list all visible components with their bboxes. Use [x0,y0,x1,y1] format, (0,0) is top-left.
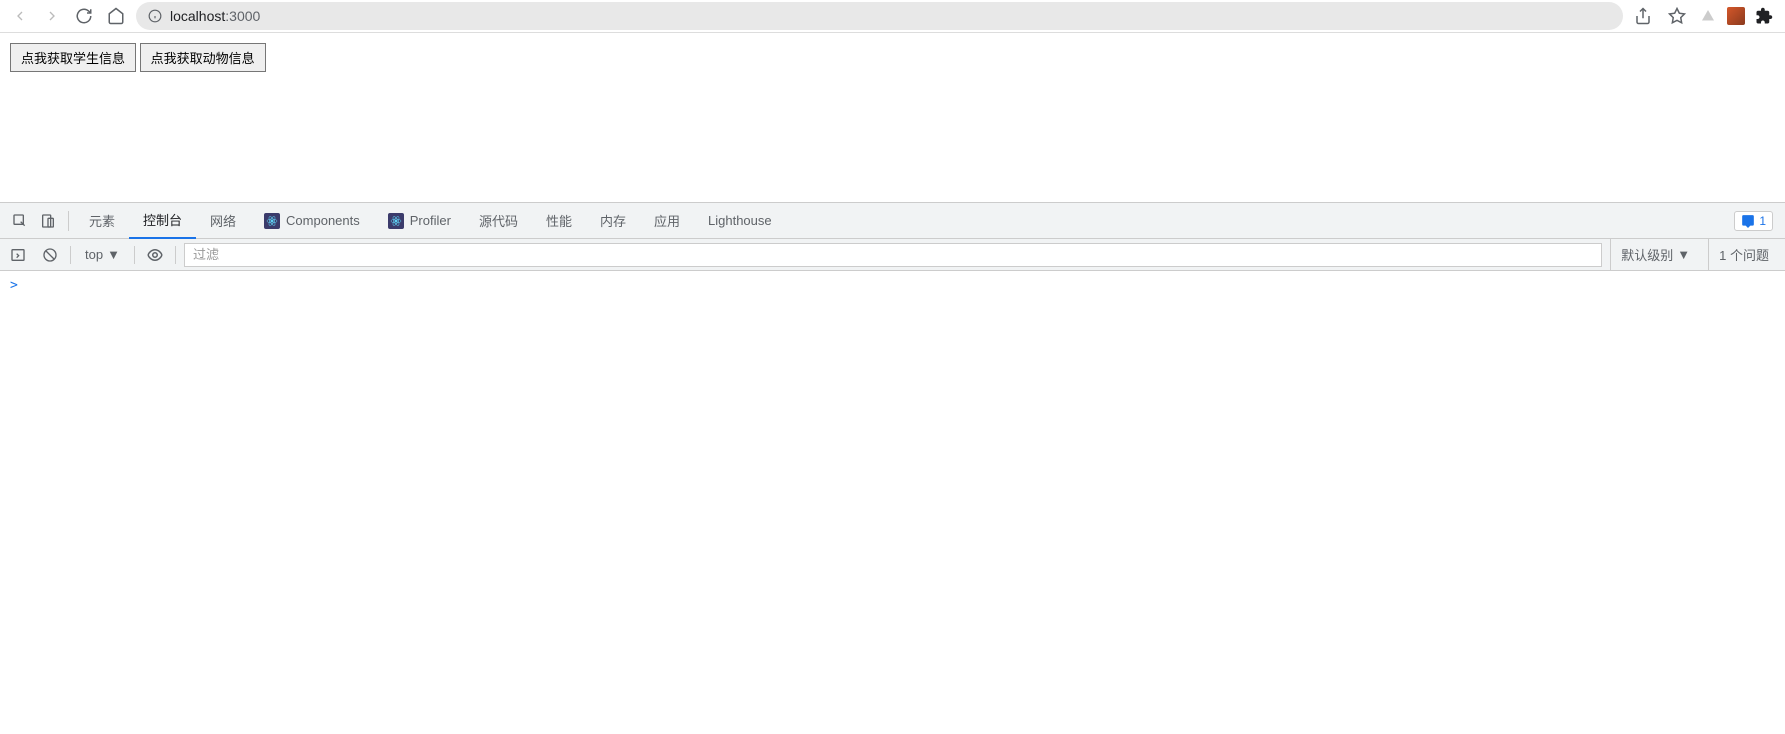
filter-input[interactable] [184,243,1602,267]
info-icon [148,9,162,23]
react-icon [264,213,280,229]
divider [70,246,71,264]
tab-sources[interactable]: 源代码 [465,203,532,239]
toolbar-right [1631,4,1777,28]
back-button[interactable] [8,4,32,28]
console-sidebar-toggle-icon[interactable] [6,243,30,267]
console-output[interactable]: > [0,271,1785,701]
tab-console[interactable]: 控制台 [129,203,196,239]
divider [134,246,135,264]
live-expression-icon[interactable] [143,243,167,267]
tab-network[interactable]: 网络 [196,203,250,239]
devtools-panel: 元素 控制台 网络 Components Profiler 源代码 性能 内存 … [0,202,1785,701]
address-bar[interactable]: localhost:3000 [136,2,1623,30]
message-icon [1741,214,1755,228]
tab-application[interactable]: 应用 [640,203,694,239]
context-selector[interactable]: top ▼ [79,247,126,262]
extension-vue-icon[interactable] [1699,7,1717,25]
tab-performance[interactable]: 性能 [532,203,586,239]
bookmark-button[interactable] [1665,4,1689,28]
tab-lighthouse[interactable]: Lighthouse [694,203,786,239]
share-button[interactable] [1631,4,1655,28]
device-toggle-icon[interactable] [34,207,62,235]
tab-profiler[interactable]: Profiler [374,203,465,239]
devtools-tabs: 元素 控制台 网络 Components Profiler 源代码 性能 内存 … [0,203,1785,239]
extensions-puzzle-icon[interactable] [1755,7,1773,25]
react-icon [388,213,404,229]
issues-count[interactable]: 1 个问题 [1708,239,1779,270]
chevron-down-icon: ▼ [107,247,120,262]
issues-badge[interactable]: 1 [1734,211,1773,231]
console-toolbar: top ▼ 默认级别 ▼ 1 个问题 [0,239,1785,271]
divider [175,246,176,264]
home-button[interactable] [104,4,128,28]
get-animals-button[interactable]: 点我获取动物信息 [140,43,266,72]
extension-colored-icon[interactable] [1727,7,1745,25]
clear-console-icon[interactable] [38,243,62,267]
url-text: localhost:3000 [170,8,260,24]
tab-memory[interactable]: 内存 [586,203,640,239]
divider [68,211,69,231]
chevron-down-icon: ▼ [1677,247,1690,262]
reload-button[interactable] [72,4,96,28]
forward-button[interactable] [40,4,64,28]
tab-components[interactable]: Components [250,203,374,239]
console-prompt: > [10,278,18,293]
browser-toolbar: localhost:3000 [0,0,1785,32]
get-students-button[interactable]: 点我获取学生信息 [10,43,136,72]
inspect-element-icon[interactable] [6,207,34,235]
tab-elements[interactable]: 元素 [75,203,129,239]
page-content: 点我获取学生信息 点我获取动物信息 [0,32,1785,202]
log-level-selector[interactable]: 默认级别 ▼ [1610,239,1700,270]
